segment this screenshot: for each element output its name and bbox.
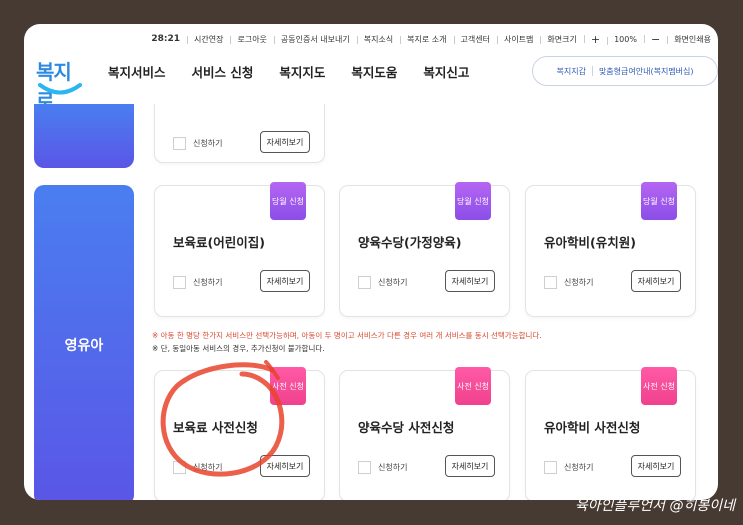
main-navigation: 복지서비스 서비스 신청 복지지도 복지도움 복지신고 xyxy=(108,62,495,81)
detail-button[interactable]: 자세히보기 xyxy=(445,455,495,477)
apply-label: 신청하기 xyxy=(564,463,594,472)
extend-time-link[interactable]: 시간연장 xyxy=(187,34,230,45)
apply-checkbox[interactable] xyxy=(544,461,557,474)
browser-page: 28:21 시간연장 로그아웃 공동인증서 내보내기 복지소식 복지로 소개 고… xyxy=(24,24,718,500)
nav-welfare-map[interactable]: 복지지도 xyxy=(279,62,325,81)
apply-checkbox[interactable] xyxy=(173,137,186,150)
about-link[interactable]: 복지로 소개 xyxy=(400,34,453,45)
quick-links-pill: 복지지갑 맞춤형급여안내(복지멤버십) xyxy=(532,56,718,86)
print-link[interactable]: 화면인쇄용 xyxy=(667,34,718,45)
welfare-wallet-link[interactable]: 복지지갑 xyxy=(550,66,591,77)
pre-apply-badge: 사전 신청 xyxy=(641,367,677,405)
monthly-apply-badge: 당월 신청 xyxy=(641,182,677,220)
service-title: 양육수당(가정양육) xyxy=(358,235,462,250)
detail-button[interactable]: 자세히보기 xyxy=(631,270,681,292)
sidebar-category-previous[interactable] xyxy=(34,104,134,168)
apply-label: 신청하기 xyxy=(564,278,594,287)
detail-button[interactable]: 자세히보기 xyxy=(631,455,681,477)
apply-label: 신청하기 xyxy=(378,463,408,472)
monthly-apply-badge: 당월 신청 xyxy=(455,182,491,220)
nav-welfare-help[interactable]: 복지도움 xyxy=(351,62,397,81)
nav-service-application[interactable]: 서비스 신청 xyxy=(192,62,254,81)
apply-checkbox[interactable] xyxy=(358,461,371,474)
zoom-in-button[interactable]: + xyxy=(583,33,607,46)
service-card-parenting-allowance: 당월 신청 양육수당(가정양육) 신청하기 자세히보기 xyxy=(339,182,510,317)
detail-button[interactable]: 자세히보기 xyxy=(260,131,310,153)
pre-apply-badge: 사전 신청 xyxy=(455,367,491,405)
detail-button[interactable]: 자세히보기 xyxy=(260,270,310,292)
customer-center-link[interactable]: 고객센터 xyxy=(453,34,497,45)
red-circle-annotation-icon xyxy=(160,360,285,477)
notice-text: ※ 아동 한 명당 한가지 서비스만 선택가능하며, 아동이 두 명이고 서비스… xyxy=(152,329,542,355)
apply-label: 신청하기 xyxy=(193,139,223,148)
service-title: 양육수당 사전신청 xyxy=(358,420,455,435)
service-title: 유아학비 사전신청 xyxy=(544,420,641,435)
detail-button[interactable]: 자세히보기 xyxy=(445,270,495,292)
utility-bar: 28:21 시간연장 로그아웃 공동인증서 내보내기 복지소식 복지로 소개 고… xyxy=(144,28,718,50)
service-card-kindergarten-tuition: 당월 신청 유아학비(유치원) 신청하기 자세히보기 xyxy=(525,182,696,317)
watermark-text: 육아인플루언서 @히봉이네 xyxy=(574,498,735,514)
apply-label: 신청하기 xyxy=(193,278,223,287)
smile-logo-icon xyxy=(38,83,82,95)
export-certificate-link[interactable]: 공동인증서 내보내기 xyxy=(273,34,357,45)
monthly-apply-badge: 당월 신청 xyxy=(270,182,306,220)
apply-checkbox[interactable] xyxy=(544,276,557,289)
welfare-news-link[interactable]: 복지소식 xyxy=(356,34,400,45)
sidebar-category-infant[interactable]: 영유아 xyxy=(34,185,134,500)
notice-line-1: ※ 아동 한 명당 한가지 서비스만 선택가능하며, 아동이 두 명이고 서비스… xyxy=(152,331,542,340)
screen-size-label: 화면크기 xyxy=(540,34,583,45)
nav-welfare-report[interactable]: 복지신고 xyxy=(423,62,469,81)
service-title: 보육료(어린이집) xyxy=(173,235,265,250)
zoom-out-button[interactable]: − xyxy=(643,33,667,46)
service-card-parenting-allowance-pre: 사전 신청 양육수당 사전신청 신청하기 자세히보기 xyxy=(339,367,510,500)
nav-welfare-services[interactable]: 복지서비스 xyxy=(108,62,166,81)
site-logo[interactable]: 복지로 xyxy=(32,56,88,113)
custom-benefit-link[interactable]: 맞춤형급여안내(복지멤버십) xyxy=(593,66,700,77)
apply-checkbox[interactable] xyxy=(173,276,186,289)
service-card-kindergarten-tuition-pre: 사전 신청 유아학비 사전신청 신청하기 자세히보기 xyxy=(525,367,696,500)
session-timer: 28:21 xyxy=(151,34,181,44)
service-title: 유아학비(유치원) xyxy=(544,235,636,250)
sitemap-link[interactable]: 사이트맵 xyxy=(496,34,540,45)
service-card-childcare-fee: 당월 신청 보육료(어린이집) 신청하기 자세히보기 xyxy=(154,182,325,317)
service-card-previous: 신청하기 자세히보기 xyxy=(154,104,325,163)
zoom-level: 100% xyxy=(607,35,644,45)
apply-label: 신청하기 xyxy=(378,278,408,287)
apply-checkbox[interactable] xyxy=(358,276,371,289)
sidebar-category-label: 영유아 xyxy=(64,338,104,354)
logout-link[interactable]: 로그아웃 xyxy=(230,34,273,45)
